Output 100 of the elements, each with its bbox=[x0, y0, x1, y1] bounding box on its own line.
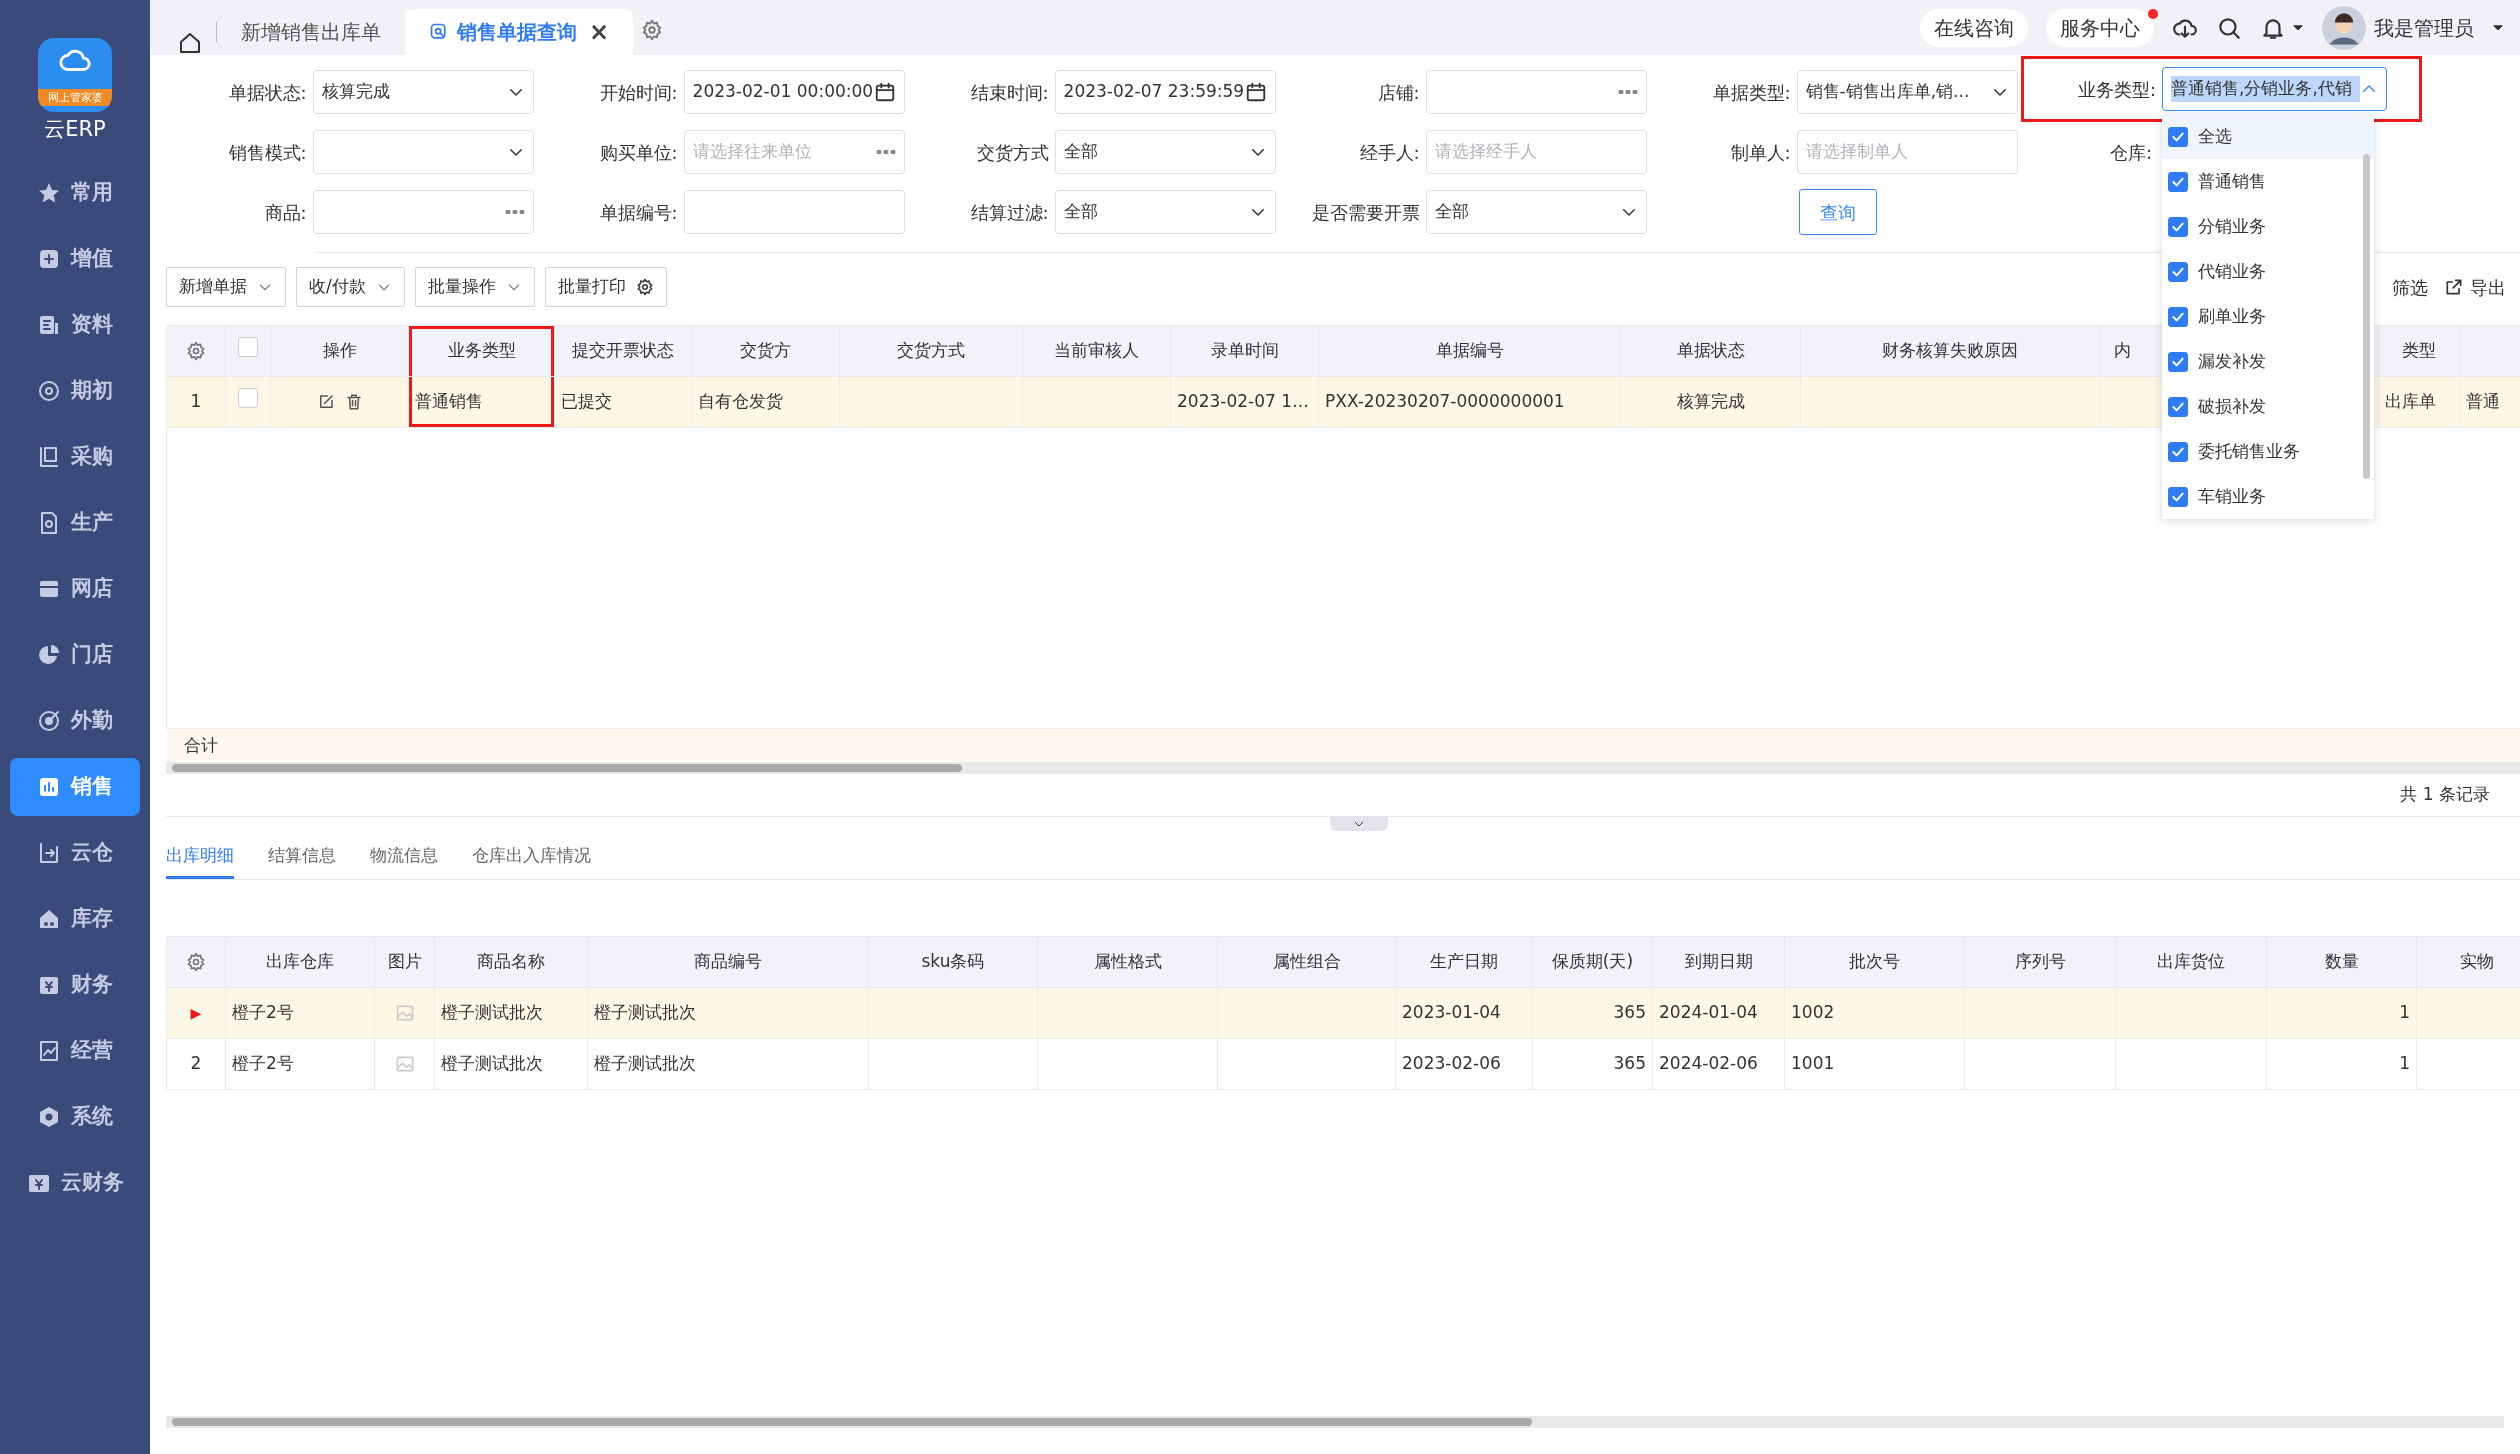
checkbox[interactable] bbox=[2168, 306, 2188, 327]
dropdown-option[interactable]: 代销业务 bbox=[2162, 249, 2374, 294]
tab[interactable]: 物流信息 bbox=[370, 836, 438, 879]
sidebar-item[interactable]: 生产 bbox=[10, 493, 140, 552]
image-placeholder-icon bbox=[394, 1003, 415, 1024]
checkbox[interactable] bbox=[2168, 351, 2188, 372]
dropdown-option[interactable]: 委托销售业务 bbox=[2162, 429, 2374, 474]
more-icon bbox=[505, 210, 525, 214]
checkbox[interactable] bbox=[2168, 396, 2188, 417]
scrollbar[interactable] bbox=[2363, 154, 2370, 479]
select-field[interactable]: 核算完成 bbox=[312, 70, 534, 114]
checkbox[interactable] bbox=[2168, 126, 2188, 147]
toolbar-link[interactable]: 导出 bbox=[2444, 273, 2506, 301]
hexagon-icon bbox=[37, 1104, 61, 1129]
field-label: 结束时间: bbox=[969, 80, 1050, 105]
table-cell: 自有仓发货 bbox=[691, 376, 840, 428]
select-field[interactable]: 全部 bbox=[1425, 190, 1647, 234]
tab[interactable]: 新增销售出库单 bbox=[217, 9, 405, 55]
user-name[interactable]: 我是管理员 bbox=[2374, 12, 2474, 43]
horizontal-scrollbar[interactable] bbox=[166, 1416, 2504, 1428]
input-field[interactable] bbox=[683, 190, 905, 234]
dropdown-option[interactable]: 全选 bbox=[2162, 114, 2374, 159]
table-cell: 2023-02-06 bbox=[1395, 1038, 1533, 1090]
column-header: 交货方式 bbox=[839, 325, 1023, 377]
sidebar-item[interactable]: 采购 bbox=[10, 427, 140, 486]
dropdown-option[interactable]: 车销业务 bbox=[2162, 474, 2374, 519]
settings-icon[interactable] bbox=[641, 19, 664, 41]
checkbox[interactable] bbox=[2168, 441, 2188, 462]
checkbox[interactable] bbox=[238, 388, 258, 409]
checkbox[interactable] bbox=[238, 337, 258, 358]
field-label: 开始时间: bbox=[598, 80, 679, 105]
date-field[interactable]: 2023-02-07 23:59:59 bbox=[1054, 70, 1276, 114]
row-number: ▶ bbox=[166, 987, 226, 1039]
column-header: 操作 bbox=[270, 325, 409, 377]
select-field[interactable]: 全部 bbox=[1054, 130, 1276, 174]
settings-icon[interactable] bbox=[186, 341, 206, 362]
toolbar-button[interactable]: 批量操作 bbox=[414, 267, 535, 307]
sidebar-item[interactable]: 常用 bbox=[10, 163, 140, 222]
settings-icon bbox=[635, 278, 654, 296]
select-field[interactable] bbox=[312, 130, 534, 174]
checkbox[interactable] bbox=[2168, 486, 2188, 507]
field-label: 制单人: bbox=[1729, 140, 1792, 165]
toolbar-button[interactable]: 新增单据 bbox=[166, 267, 286, 307]
table-cell: 2023-02-07 1… bbox=[1170, 376, 1319, 428]
select-field[interactable]: 销售-销售出库单,销... bbox=[1796, 70, 2018, 114]
calendar-icon bbox=[874, 81, 896, 103]
dropdown-option[interactable]: 分销业务 bbox=[2162, 204, 2374, 249]
sidebar-item[interactable]: 门店 bbox=[10, 625, 140, 684]
sidebar-item[interactable]: 外勤 bbox=[10, 691, 140, 750]
table-cell: 2024-02-06 bbox=[1652, 1038, 1785, 1090]
tab[interactable]: 结算信息 bbox=[268, 836, 336, 879]
date-field[interactable]: 2023-02-01 00:00:00 bbox=[683, 70, 905, 114]
checkbox[interactable] bbox=[2168, 171, 2188, 192]
sidebar-item[interactable]: 资料 bbox=[10, 295, 140, 354]
more-icon bbox=[876, 150, 896, 154]
sidebar-item[interactable]: 网店 bbox=[10, 559, 140, 618]
toolbar-button[interactable]: 批量打印 bbox=[544, 267, 667, 307]
sidebar-item[interactable]: 云仓 bbox=[10, 823, 140, 882]
column-header: 图片 bbox=[374, 936, 435, 988]
sidebar-item[interactable]: 期初 bbox=[10, 361, 140, 420]
table-cell: 2023-01-04 bbox=[1395, 987, 1533, 1039]
field-label: 销售模式: bbox=[227, 140, 308, 165]
table-cell: 1 bbox=[2266, 987, 2417, 1039]
search-icon bbox=[429, 22, 449, 42]
sidebar-item[interactable]: 经营 bbox=[10, 1021, 140, 1080]
sidebar-item[interactable]: 增值 bbox=[10, 229, 140, 288]
home-icon[interactable] bbox=[178, 31, 202, 55]
toolbar-link[interactable]: 筛选 bbox=[2392, 273, 2428, 301]
close-icon[interactable]: × bbox=[589, 14, 610, 50]
sidebar-item[interactable]: 系统 bbox=[10, 1087, 140, 1146]
field-label: 单据状态: bbox=[227, 80, 308, 105]
column-header: 保质期(天) bbox=[1532, 936, 1653, 988]
tab[interactable]: 出库明细 bbox=[166, 836, 234, 879]
dropdown-option[interactable]: 普通销售 bbox=[2162, 159, 2374, 204]
query-button[interactable]: 查询 bbox=[1799, 189, 1877, 235]
checkbox[interactable] bbox=[2168, 261, 2188, 282]
delete-icon[interactable] bbox=[344, 393, 363, 412]
record-count: 共 1 条记录 bbox=[2400, 784, 2490, 804]
horizontal-scrollbar[interactable] bbox=[166, 762, 2520, 774]
avatar-icon[interactable] bbox=[2322, 5, 2366, 50]
settings-icon[interactable] bbox=[186, 952, 206, 973]
summary-label: 合计 bbox=[184, 733, 218, 757]
table-cell: 橙子测试批次 bbox=[587, 987, 869, 1039]
input-field[interactable] bbox=[312, 190, 534, 234]
header-link[interactable]: 在线咨询 bbox=[1920, 8, 2028, 47]
input-field[interactable] bbox=[1425, 70, 1647, 114]
tab[interactable]: 仓库出入库情况 bbox=[472, 836, 591, 879]
tray-icon bbox=[37, 840, 61, 865]
chart-icon bbox=[37, 1038, 61, 1063]
select-field[interactable]: 全部 bbox=[1054, 190, 1276, 234]
sidebar-item[interactable]: 库存 bbox=[10, 889, 140, 948]
sidebar-item[interactable]: 云财务 bbox=[10, 1153, 140, 1212]
checkbox[interactable] bbox=[2168, 216, 2188, 237]
sidebar-item[interactable]: 财务 bbox=[10, 955, 140, 1014]
more-icon bbox=[1618, 90, 1638, 94]
column-header: 出库仓库 bbox=[225, 936, 375, 988]
column-header: 业务类型 bbox=[408, 325, 555, 377]
column-header: 生产日期 bbox=[1395, 936, 1533, 988]
tab[interactable]: 销售单据查询 × bbox=[405, 9, 634, 55]
toolbar-button[interactable]: 收/付款 bbox=[296, 267, 405, 307]
